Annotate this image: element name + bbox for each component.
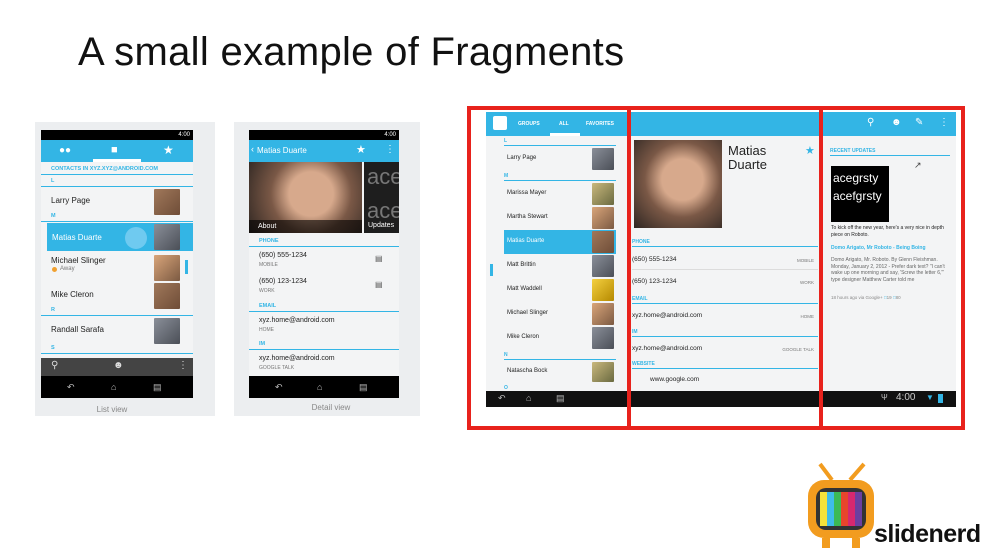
star-icon[interactable]: ★: [356, 143, 366, 156]
detail-title: Matias Duarte: [257, 146, 307, 155]
scrollbar[interactable]: [185, 260, 188, 274]
home-icon[interactable]: ⌂: [111, 382, 116, 392]
touch-ripple: [125, 227, 147, 249]
slidenerd-logo: slidenerd: [806, 462, 996, 554]
tab-indicator: [93, 159, 141, 162]
im-row[interactable]: xyz.home@android.com GOOGLE TALK: [249, 353, 399, 373]
section-account: CONTACTS IN XYZ.XYZ@ANDROID.COM: [41, 164, 193, 175]
detail-view-caption: Detail view: [311, 403, 351, 412]
groups-icon[interactable]: ●●: [59, 145, 71, 156]
contact-photo: [154, 318, 180, 344]
section-email: EMAIL: [249, 301, 399, 312]
bottom-action-bar: ⚲ ☻ ⋮: [41, 358, 193, 376]
star-icon[interactable]: ★: [163, 143, 174, 157]
fragment-outline: [467, 106, 965, 430]
message-icon[interactable]: ▤: [375, 254, 383, 263]
updates-panel-peek: ace ace Updates: [364, 162, 399, 233]
tv-logo-icon: [808, 462, 874, 548]
section-l: L: [41, 176, 193, 187]
phone-row[interactable]: (650) 555-1234 MOBILE ▤: [249, 250, 399, 272]
message-icon[interactable]: ▤: [375, 280, 383, 289]
recents-icon[interactable]: ▤: [359, 382, 368, 392]
section-r: R: [41, 305, 193, 316]
back-icon[interactable]: ↶: [67, 382, 75, 392]
contact-photo: [154, 224, 180, 250]
updates-tab[interactable]: Updates: [368, 222, 394, 229]
slide-title: A small example of Fragments: [78, 30, 625, 74]
list-view-caption: List view: [96, 405, 128, 414]
contact-icon[interactable]: ■: [111, 144, 118, 156]
overflow-menu-icon[interactable]: ⋮: [385, 144, 395, 155]
email-row[interactable]: xyz.home@android.com HOME: [249, 315, 399, 335]
list-view-phone: 4:00 ●● ■ ★ CONTACTS IN XYZ.XYZ@ANDROID.…: [41, 130, 193, 398]
nav-bar: ↶ ⌂ ▤: [249, 376, 399, 398]
back-icon[interactable]: ↶: [275, 382, 283, 392]
list-item[interactable]: Michael Slinger Away: [41, 252, 193, 282]
phone-row[interactable]: (650) 123-1234 WORK ▤: [249, 276, 399, 298]
logo-text: slidenerd: [874, 520, 981, 548]
overflow-menu-icon[interactable]: ⋮: [178, 360, 188, 371]
action-bar: ●● ■ ★: [41, 140, 193, 162]
add-contact-icon[interactable]: ☻: [113, 360, 124, 371]
presence-away-icon: [52, 267, 57, 272]
list-item-selected[interactable]: Matias Duarte: [47, 223, 193, 251]
section-im: IM: [249, 339, 399, 350]
back-chevron-icon[interactable]: ‹: [251, 144, 254, 154]
search-icon[interactable]: ⚲: [51, 360, 58, 371]
fragment-divider-left: [627, 106, 631, 430]
section-s: S: [41, 343, 193, 354]
about-tab[interactable]: About: [249, 220, 362, 233]
detail-view-phone: 4:00 ‹ Matias Duarte ★ ⋮ About ace ace U…: [249, 130, 399, 398]
status-bar: 4:00: [41, 130, 193, 140]
status-bar: 4:00: [249, 130, 399, 140]
section-m: M: [41, 211, 193, 222]
contact-photo: [154, 255, 180, 281]
action-bar: ‹ Matias Duarte ★ ⋮: [249, 140, 399, 162]
home-icon[interactable]: ⌂: [317, 382, 322, 392]
recents-icon[interactable]: ▤: [153, 382, 162, 392]
fragment-divider-right: [819, 106, 823, 430]
nav-bar: ↶ ⌂ ▤: [41, 376, 193, 398]
section-phone: PHONE: [249, 236, 399, 247]
